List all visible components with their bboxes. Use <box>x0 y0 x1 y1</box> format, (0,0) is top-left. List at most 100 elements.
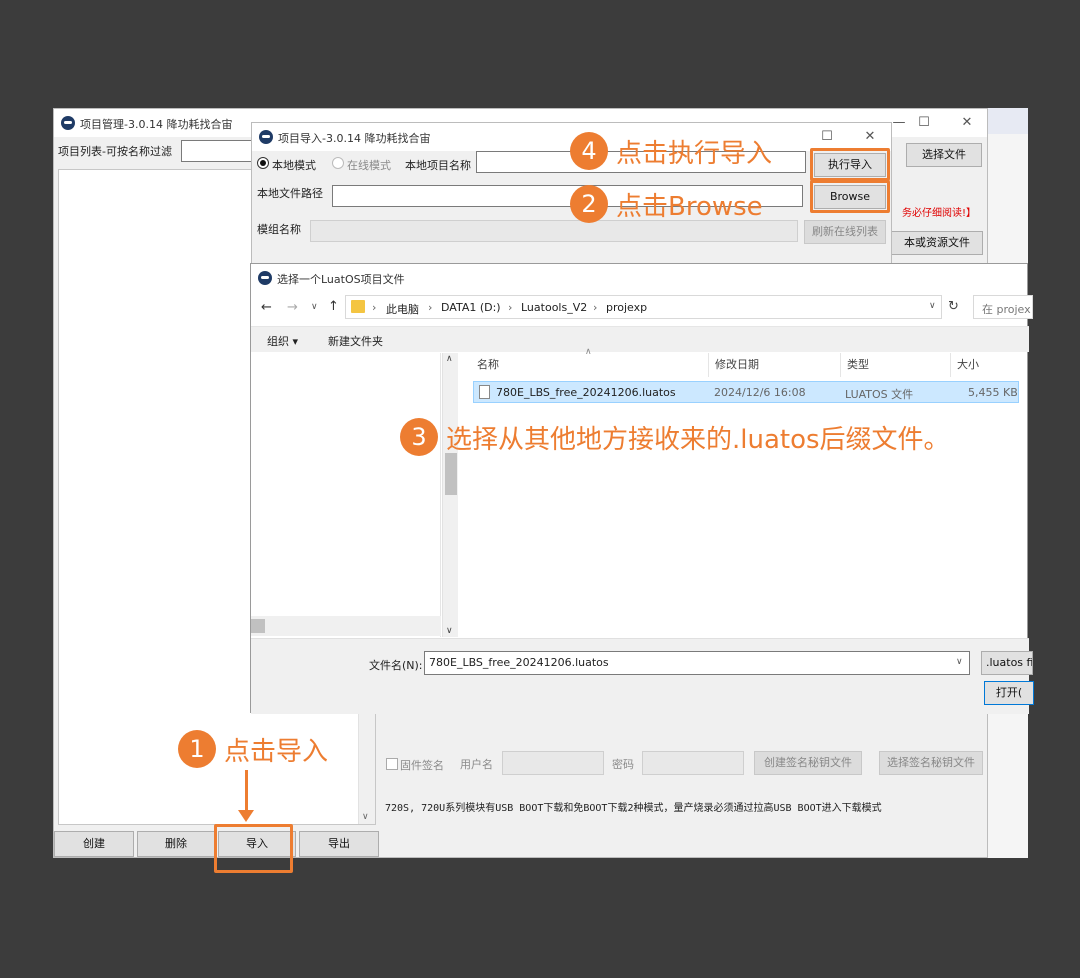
username-input[interactable] <box>502 751 604 775</box>
select-sign-key-button[interactable]: 选择签名秘钥文件 <box>879 751 983 775</box>
step-number: 1 <box>178 730 216 768</box>
file-date: 2024/12/6 16:08 <box>714 386 806 399</box>
navigation-hscroll-thumb[interactable] <box>251 619 265 633</box>
online-mode-label: 在线模式 <box>347 159 391 172</box>
file-dialog-title: 选择一个LuatOS项目文件 <box>277 273 405 286</box>
file-type: LUATOS 文件 <box>845 388 914 401</box>
sort-up-icon: ∧ <box>585 347 592 357</box>
file-dialog: 选择一个LuatOS项目文件 ← → ∨ ↑ › 此电脑 › DATA1 (D:… <box>250 263 1034 714</box>
search-box[interactable]: 在 projex <box>973 295 1033 319</box>
step-text: 点击导入 <box>224 736 329 767</box>
step-2-annotation: 2 点击Browse <box>570 185 763 223</box>
local-mode-label: 本地模式 <box>272 159 316 172</box>
new-folder-button[interactable]: 新建文件夹 <box>328 333 383 349</box>
import-window-title: 项目导入-3.0.14 降功耗找合宙 <box>278 132 431 145</box>
scroll-down-icon[interactable]: ∨ <box>446 626 453 636</box>
highlight-browse-button <box>810 180 890 213</box>
organize-menu[interactable]: 组织 ▾ <box>267 333 298 349</box>
filename-input[interactable]: 780E_LBS_free_20241206.luatos <box>424 651 970 675</box>
username-label: 用户名 <box>460 758 493 771</box>
breadcrumb-separator-icon: › <box>593 301 598 314</box>
refresh-icon[interactable]: ↻ <box>948 299 959 314</box>
arrow-down-icon <box>238 810 254 822</box>
step-text: 点击执行导入 <box>616 138 773 169</box>
maximize-icon[interactable]: ☐ <box>817 127 837 147</box>
step-4-annotation: 4 点击执行导入 <box>570 132 772 170</box>
highlight-execute-import-button <box>810 148 890 181</box>
step-text: 点击Browse <box>616 191 763 222</box>
file-icon <box>479 385 490 399</box>
close-icon[interactable]: ✕ <box>957 113 977 133</box>
navigation-scrollbar[interactable]: ∧ ∨ <box>442 353 458 637</box>
app-logo-icon <box>258 271 272 285</box>
breadcrumb-separator-icon: › <box>372 301 377 314</box>
navigation-pane[interactable] <box>251 353 441 637</box>
scroll-up-icon[interactable]: ∧ <box>446 354 453 364</box>
step-text: 选择从其他地方接收来的.luatos后缀文件。 <box>446 424 950 455</box>
breadcrumb-item[interactable]: Luatools_V2 <box>521 301 587 314</box>
notice-text: 务必仔细阅读!】 <box>902 208 977 219</box>
app-logo-icon <box>61 116 75 130</box>
file-name: 780E_LBS_free_20241206.luatos <box>496 386 676 399</box>
address-dropdown-icon[interactable]: ∨ <box>929 301 936 311</box>
open-button[interactable]: 打开( <box>984 681 1034 705</box>
folder-icon <box>351 300 365 313</box>
export-button[interactable]: 导出 <box>299 831 379 857</box>
password-input[interactable] <box>642 751 744 775</box>
breadcrumb-separator-icon: › <box>508 301 513 314</box>
command-bar: 组织 ▾ 新建文件夹 <box>251 326 1029 352</box>
filename-dropdown-icon[interactable]: ∨ <box>956 657 963 667</box>
local-file-path-label: 本地文件路径 <box>257 187 323 200</box>
filter-label: 项目列表-可按名称过滤 <box>58 145 172 158</box>
create-button[interactable]: 创建 <box>54 831 134 857</box>
delete-button[interactable]: 删除 <box>137 831 215 857</box>
local-mode-radio[interactable] <box>257 157 269 169</box>
select-file-button[interactable]: 选择文件 <box>906 143 982 167</box>
maximize-icon[interactable]: ☐ <box>914 113 934 133</box>
breadcrumb-separator-icon: › <box>428 301 433 314</box>
back-arrow-icon[interactable]: ← <box>261 300 272 315</box>
navigation-scroll-thumb[interactable] <box>445 453 457 495</box>
column-date[interactable]: 修改日期 <box>709 353 841 377</box>
up-arrow-icon[interactable]: ↑ <box>328 299 339 314</box>
firmware-sign-checkbox[interactable] <box>386 758 398 770</box>
highlight-import-button <box>214 824 293 873</box>
module-name-label: 模组名称 <box>257 223 301 236</box>
step-number: 4 <box>570 132 608 170</box>
dialog-footer: 文件名(N): 780E_LBS_free_20241206.luatos ∨ … <box>251 638 1034 714</box>
usb-boot-note: 720S, 720U系列模块有USB BOOT下载和免BOOT下载2种模式，量产… <box>385 803 882 814</box>
recent-chevron-icon[interactable]: ∨ <box>311 302 318 312</box>
address-bar[interactable]: › 此电脑 › DATA1 (D:) › Luatools_V2 › proje… <box>345 295 942 319</box>
main-window-title: 项目管理-3.0.14 降功耗找合宙 <box>80 118 233 131</box>
navigation-hscroll[interactable] <box>251 616 441 636</box>
step-number: 3 <box>400 418 438 456</box>
file-size: 5,455 KB <box>968 386 1018 399</box>
create-sign-key-button[interactable]: 创建签名秘钥文件 <box>754 751 862 775</box>
minimize-icon[interactable]: — <box>889 113 909 133</box>
file-row[interactable]: 780E_LBS_free_20241206.luatos 2024/12/6 … <box>473 381 1019 403</box>
file-type-filter[interactable]: .luatos fi <box>981 651 1033 675</box>
forward-arrow-icon[interactable]: → <box>287 300 298 315</box>
app-logo-icon <box>259 130 273 144</box>
filename-label: 文件名(N): <box>369 659 423 672</box>
scroll-down-icon[interactable]: ∨ <box>362 812 369 822</box>
step-3-annotation: 3 选择从其他地方接收来的.luatos后缀文件。 <box>400 418 950 456</box>
filter-input[interactable] <box>181 140 261 162</box>
background-panel-top <box>988 108 1028 134</box>
online-mode-radio[interactable] <box>332 157 344 169</box>
breadcrumb-item[interactable]: projexp <box>606 301 647 314</box>
search-placeholder: 在 projex <box>982 303 1031 316</box>
column-size[interactable]: 大小 <box>951 353 1027 377</box>
firmware-sign-label: 固件签名 <box>400 759 444 772</box>
script-resource-button[interactable]: 本或资源文件 <box>891 231 983 255</box>
breadcrumb-item[interactable]: 此电脑 <box>386 301 419 317</box>
close-icon[interactable]: ✕ <box>860 127 880 147</box>
module-name-select[interactable] <box>310 220 798 242</box>
column-type[interactable]: 类型 <box>841 353 951 377</box>
local-project-name-label: 本地项目名称 <box>405 159 471 172</box>
refresh-online-button[interactable]: 刷新在线列表 <box>804 220 886 244</box>
password-label: 密码 <box>612 758 634 771</box>
file-list-header: 名称 ∧ 修改日期 类型 大小 <box>471 347 1027 377</box>
breadcrumb-item[interactable]: DATA1 (D:) <box>441 301 501 314</box>
step-number: 2 <box>570 185 608 223</box>
